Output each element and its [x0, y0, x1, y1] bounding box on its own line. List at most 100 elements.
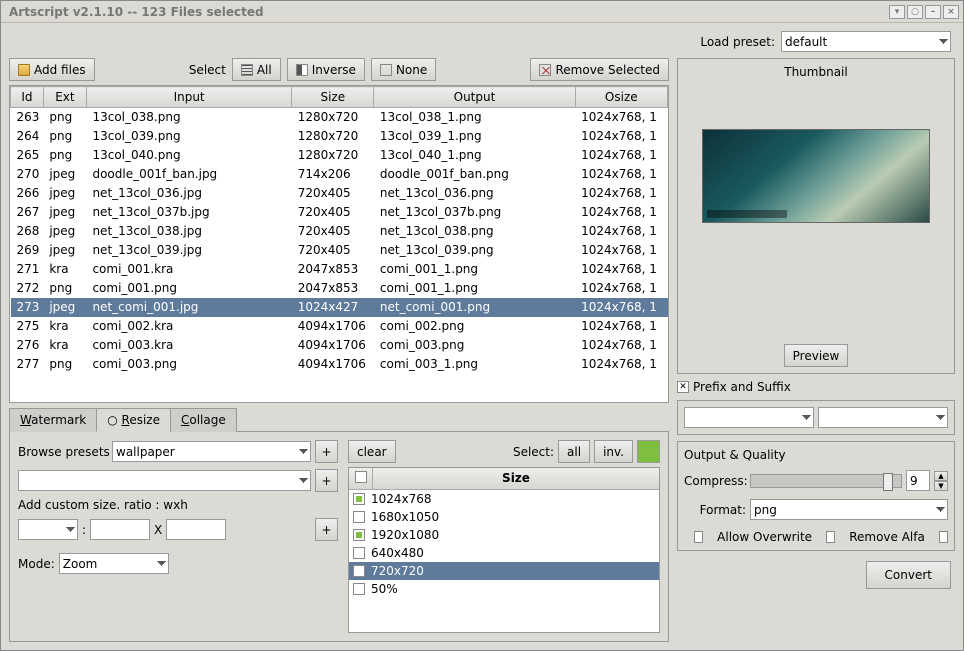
preset-secondary-select[interactable] — [18, 470, 311, 491]
compress-up[interactable]: ▲ — [934, 471, 948, 481]
output-quality-panel: Output & Quality Compress: ▲▼ Format: pn… — [677, 441, 955, 551]
roll-up-icon[interactable]: ○ — [907, 5, 923, 19]
suffix-select[interactable] — [818, 407, 948, 428]
colon: : — [82, 523, 86, 537]
add-files-button[interactable]: Add files — [9, 58, 95, 81]
minimize-icon[interactable]: – — [925, 5, 941, 19]
clear-sizes-button[interactable]: clear — [348, 440, 396, 463]
size-check-all[interactable] — [355, 471, 367, 483]
size-checkbox[interactable] — [353, 565, 365, 577]
window-title: Artscript v2.1.10 -- 123 Files selected — [5, 5, 887, 19]
dropdown-window-icon[interactable]: ▾ — [889, 5, 905, 19]
compress-label: Compress: — [684, 474, 746, 488]
tab-resize[interactable]: ○ Resize — [96, 408, 171, 432]
size-label: 1680x1050 — [371, 510, 439, 524]
width-input[interactable] — [90, 519, 150, 540]
none-icon — [380, 64, 392, 76]
table-row[interactable]: 270jpegdoodle_001f_ban.jpg714x206doodle_… — [11, 165, 668, 184]
table-row[interactable]: 275kracomi_002.kra4094x1706comi_002.png1… — [11, 317, 668, 336]
select-all-button[interactable]: All — [232, 58, 281, 81]
select-none-button[interactable]: None — [371, 58, 436, 81]
size-checkbox[interactable] — [353, 511, 365, 523]
size-checkbox[interactable] — [353, 529, 365, 541]
file-table-scroll[interactable]: Id Ext Input Size Output Osize 263png13c… — [10, 86, 668, 402]
ratio-select[interactable] — [18, 519, 78, 540]
thumbnail-image — [702, 129, 930, 223]
col-size[interactable]: Size — [292, 87, 374, 108]
size-all-button[interactable]: all — [558, 440, 590, 463]
select-inverse-button[interactable]: Inverse — [287, 58, 365, 81]
extra-checkbox[interactable] — [939, 531, 948, 543]
compress-value[interactable] — [906, 470, 930, 491]
size-checkbox[interactable] — [353, 547, 365, 559]
allow-overwrite-checkbox[interactable] — [694, 531, 703, 543]
table-row[interactable]: 277pngcomi_003.png4094x1706comi_003_1.pn… — [11, 355, 668, 374]
size-checkbox[interactable] — [353, 493, 365, 505]
table-row[interactable]: 276kracomi_003.kra4094x1706comi_003.png1… — [11, 336, 668, 355]
col-osize[interactable]: Osize — [575, 87, 667, 108]
inverse-icon — [296, 64, 308, 76]
size-list[interactable]: Size 1024x768 1680x1050 1920x1080 640x480 72… — [348, 467, 660, 633]
compress-slider[interactable] — [750, 474, 902, 488]
table-row[interactable]: 265png13col_040.png1280x72013col_040_1.p… — [11, 146, 668, 165]
size-row[interactable]: 640x480 — [349, 544, 659, 562]
table-row[interactable]: 268jpegnet_13col_038.jpg720x405net_13col… — [11, 222, 668, 241]
convert-button[interactable]: Convert — [866, 561, 951, 589]
table-row[interactable]: 263png13col_038.png1280x72013col_038_1.p… — [11, 108, 668, 127]
table-row[interactable]: 267jpegnet_13col_037b.jpg720x405net_13co… — [11, 203, 668, 222]
size-row[interactable]: 50% — [349, 580, 659, 598]
size-row[interactable]: 1920x1080 — [349, 526, 659, 544]
size-checkbox[interactable] — [353, 583, 365, 595]
load-preset-select[interactable]: default — [781, 31, 951, 52]
format-label: Format: — [684, 503, 746, 517]
table-row[interactable]: 271kracomi_001.kra2047x853comi_001_1.png… — [11, 260, 668, 279]
col-output[interactable]: Output — [374, 87, 575, 108]
remove-icon — [539, 64, 551, 76]
file-table[interactable]: Id Ext Input Size Output Osize 263png13c… — [10, 86, 668, 374]
remove-alfa-checkbox[interactable] — [826, 531, 835, 543]
col-input[interactable]: Input — [86, 87, 291, 108]
prefix-suffix-checkbox[interactable] — [677, 381, 689, 393]
title-bar[interactable]: Artscript v2.1.10 -- 123 Files selected … — [1, 1, 963, 23]
height-input[interactable] — [166, 519, 226, 540]
size-on-button[interactable] — [637, 440, 660, 463]
size-label: 720x720 — [371, 564, 424, 578]
prefix-select[interactable] — [684, 407, 814, 428]
format-select[interactable]: png — [750, 499, 948, 520]
file-toolbar: Add files Select All Inverse None Remove… — [9, 58, 669, 81]
tab-collage[interactable]: Collage — [170, 408, 237, 432]
close-icon[interactable]: × — [943, 5, 959, 19]
mode-select[interactable]: Zoom — [59, 553, 169, 574]
preset-add2-button[interactable]: + — [315, 469, 338, 492]
size-label: 1920x1080 — [371, 528, 439, 542]
content-area: Load preset: default Add files Select Al… — [1, 23, 963, 650]
size-select-label: Select: — [513, 445, 554, 459]
allow-overwrite-label: Allow Overwrite — [717, 530, 812, 544]
browse-presets-select[interactable]: wallpaper — [112, 441, 311, 462]
table-row[interactable]: 266jpegnet_13col_036.jpg720x405net_13col… — [11, 184, 668, 203]
size-row[interactable]: 1680x1050 — [349, 508, 659, 526]
tabs-row: Watermark ○ Resize Collage Browse preset… — [9, 407, 669, 642]
size-row[interactable]: 720x720 — [349, 562, 659, 580]
load-preset-label: Load preset: — [700, 35, 775, 49]
preview-button[interactable]: Preview — [784, 344, 849, 367]
file-table-wrap: Id Ext Input Size Output Osize 263png13c… — [9, 85, 669, 403]
remove-selected-button[interactable]: Remove Selected — [530, 58, 669, 81]
size-header[interactable]: Size — [373, 468, 659, 489]
custom-add-button[interactable]: + — [315, 518, 338, 541]
col-id[interactable]: Id — [11, 87, 44, 108]
compress-down[interactable]: ▼ — [934, 481, 948, 491]
table-row[interactable]: 264png13col_039.png1280x72013col_039_1.p… — [11, 127, 668, 146]
table-row[interactable]: 269jpegnet_13col_039.jpg720x405net_13col… — [11, 241, 668, 260]
table-row[interactable]: 272pngcomi_001.png2047x853comi_001_1.png… — [11, 279, 668, 298]
size-row[interactable]: 1024x768 — [349, 490, 659, 508]
table-row[interactable]: 273jpegnet_comi_001.jpg1024x427net_comi_… — [11, 298, 668, 317]
preset-add-button[interactable]: + — [315, 440, 338, 463]
prefix-suffix-label: Prefix and Suffix — [693, 380, 791, 394]
browse-presets-label: Browse presets — [18, 445, 108, 459]
col-ext[interactable]: Ext — [43, 87, 86, 108]
size-label: 1024x768 — [371, 492, 432, 506]
preset-row: Load preset: default — [9, 31, 955, 52]
size-inv-button[interactable]: inv. — [594, 440, 633, 463]
tab-watermark[interactable]: Watermark — [9, 408, 97, 432]
